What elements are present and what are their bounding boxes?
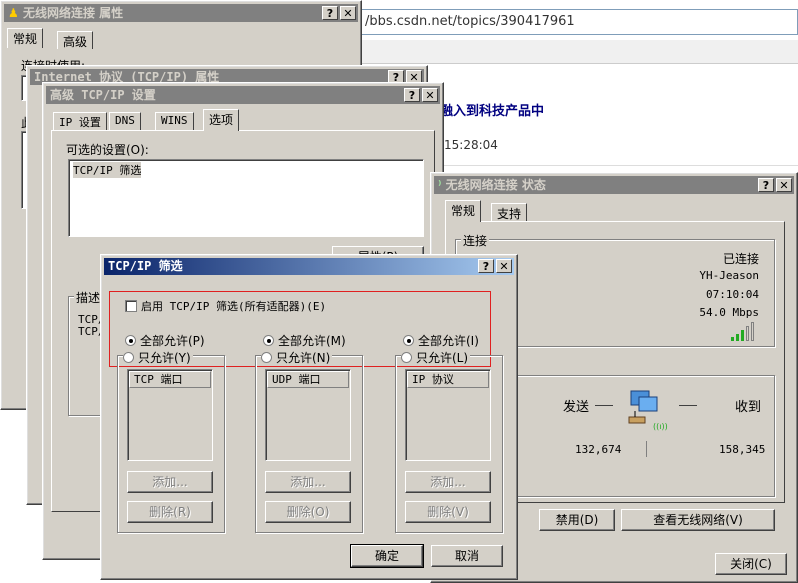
radio-label: 全部允许(I): [418, 334, 479, 348]
udp-remove-button[interactable]: 删除(O): [265, 501, 351, 523]
tcp-remove-button[interactable]: 删除(R): [127, 501, 213, 523]
received-packets: 158,345: [719, 443, 766, 456]
help-button[interactable]: ?: [758, 178, 774, 192]
radio-label: 全部允许(M): [278, 334, 346, 348]
signal-strength-icon: [731, 321, 759, 341]
speed-value: 54.0 Mbps: [699, 306, 759, 319]
tcp-permit-all-radio[interactable]: 全部允许(P): [125, 332, 205, 349]
ip-protocols-list[interactable]: IP 协议: [405, 369, 491, 461]
post-time: 15:28:04: [444, 138, 498, 152]
url-text: /bbs.csdn.net/topics/390417961: [365, 14, 575, 29]
network-name: YH-Jeason: [699, 269, 759, 282]
optional-settings-list[interactable]: TCP/IP 筛选: [68, 159, 424, 237]
tab-advanced[interactable]: 高级: [57, 31, 94, 49]
wireless-properties-titlebar: ♟ 无线网络连接 属性 ? ✕: [4, 4, 358, 22]
recv-line: [679, 405, 697, 406]
tcp-add-button[interactable]: 添加...: [127, 471, 213, 493]
network-icon: ♟: [8, 6, 19, 20]
tab-ip-settings[interactable]: IP 设置: [53, 112, 107, 130]
udp-add-button[interactable]: 添加...: [265, 471, 351, 493]
radio-label: 只允许(Y): [138, 351, 191, 365]
close-button[interactable]: ✕: [422, 88, 438, 102]
filtering-titlebar: TCP/IP 筛选 ? ✕: [104, 258, 514, 275]
udp-permit-all-radio[interactable]: 全部允许(M): [263, 332, 346, 349]
help-button[interactable]: ?: [478, 259, 494, 273]
tab-support[interactable]: 支持: [491, 203, 528, 222]
close-button[interactable]: ✕: [776, 178, 792, 192]
tcp-permit-only-radio[interactable]: 只允许(Y): [123, 349, 193, 366]
sent-packets: 132,674: [575, 443, 622, 456]
tab-options[interactable]: 选项: [203, 109, 240, 131]
close-button[interactable]: ✕: [496, 259, 512, 273]
sent-line: [595, 405, 613, 406]
received-label: 收到: [735, 400, 762, 415]
window-title: 无线网络连接 属性: [22, 6, 124, 20]
advanced-titlebar: 高级 TCP/IP 设置 ? ✕: [46, 86, 440, 104]
tab-general[interactable]: 常规: [445, 200, 482, 222]
description-label: 描述: [74, 289, 103, 306]
tab-general[interactable]: 常规: [7, 28, 44, 48]
ip-permit-all-radio[interactable]: 全部允许(I): [403, 332, 479, 349]
sent-label: 发送: [563, 400, 590, 415]
ip-add-button[interactable]: 添加...: [405, 471, 491, 493]
radio-indicator[interactable]: [125, 335, 136, 346]
radio-label: 只允许(N): [276, 351, 331, 365]
duration-value: 07:10:04: [706, 288, 759, 301]
tab-wins[interactable]: WINS: [155, 112, 194, 130]
radio-label: 只允许(L): [416, 351, 469, 365]
view-wireless-networks-button[interactable]: 查看无线网络(V): [621, 509, 775, 531]
list-item[interactable]: TCP/IP 筛选: [73, 162, 142, 178]
ip-permit-only-radio[interactable]: 只允许(L): [401, 349, 471, 366]
ip-protocols-header[interactable]: IP 协议: [407, 371, 489, 388]
computers-icon: ((ı)): [625, 387, 669, 433]
tab-dns[interactable]: DNS: [109, 112, 141, 130]
help-button[interactable]: ?: [404, 88, 420, 102]
radio-indicator[interactable]: [263, 335, 274, 346]
udp-permit-only-radio[interactable]: 只允许(N): [261, 349, 333, 366]
window-title: TCP/IP 筛选: [108, 259, 183, 273]
browser-address-bar[interactable]: /bbs.csdn.net/topics/390417961: [360, 9, 798, 35]
radio-label: 全部允许(P): [140, 334, 205, 348]
udp-ports-header[interactable]: UDP 端口: [267, 371, 349, 388]
tcpip-filtering-dialog: TCP/IP 筛选 ? ✕ 启用 TCP/IP 筛选(所有适配器)(E) 全部允…: [100, 254, 518, 580]
svg-text:((ı)): ((ı)): [653, 422, 668, 431]
close-dialog-button[interactable]: 关闭(C): [715, 553, 787, 575]
connection-label: 连接: [461, 232, 490, 249]
ip-remove-button[interactable]: 删除(V): [405, 501, 491, 523]
wireless-icon: ⁾: [438, 178, 442, 192]
help-button[interactable]: ?: [322, 6, 338, 20]
tcp-ports-list[interactable]: TCP 端口: [127, 369, 213, 461]
ok-button[interactable]: 确定: [350, 544, 424, 568]
browser-divider: [440, 165, 798, 166]
enable-filtering-checkbox[interactable]: 启用 TCP/IP 筛选(所有适配器)(E): [125, 298, 326, 314]
radio-indicator[interactable]: [401, 352, 412, 363]
radio-indicator[interactable]: [123, 352, 134, 363]
close-button[interactable]: ✕: [340, 6, 356, 20]
status-titlebar: ⁾ 无线网络连接 状态 ? ✕: [434, 176, 794, 194]
cancel-button[interactable]: 取消: [431, 545, 503, 567]
disable-button[interactable]: 禁用(D): [539, 509, 615, 531]
tcp-ports-header[interactable]: TCP 端口: [129, 371, 211, 388]
checkbox-box[interactable]: [125, 300, 137, 312]
enable-filtering-label: 启用 TCP/IP 筛选(所有适配器)(E): [141, 300, 327, 313]
optional-settings-label: 可选的设置(O):: [66, 143, 149, 157]
activity-divider: [646, 441, 647, 457]
radio-indicator[interactable]: [403, 335, 414, 346]
radio-indicator[interactable]: [261, 352, 272, 363]
page-headline[interactable]: 融入到科技产品中: [440, 100, 544, 119]
browser-bar: [360, 40, 798, 64]
udp-ports-list[interactable]: UDP 端口: [265, 369, 351, 461]
window-title: 高级 TCP/IP 设置: [50, 88, 156, 102]
status-value: 已连接: [722, 252, 759, 266]
window-title: 无线网络连接 状态: [445, 178, 546, 192]
